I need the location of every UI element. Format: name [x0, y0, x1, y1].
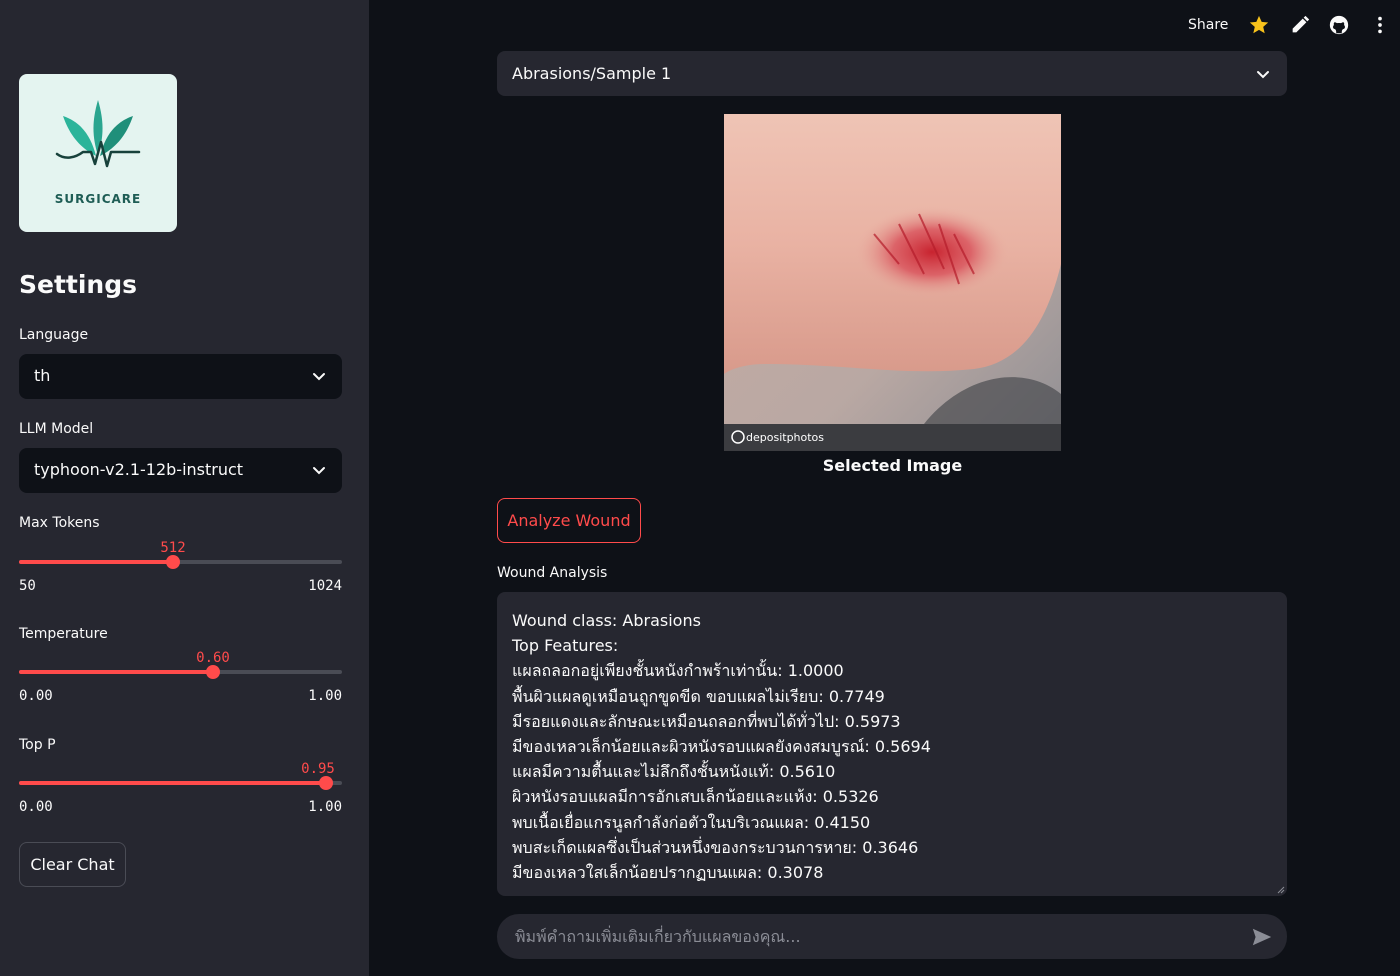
temperature-value: 0.60 — [196, 650, 230, 666]
settings-heading: Settings — [19, 270, 138, 299]
top-p-min: 0.00 — [19, 799, 53, 815]
max-tokens-label: Max Tokens — [19, 515, 100, 531]
max-tokens-min: 50 — [19, 578, 36, 594]
slider-fill — [19, 560, 173, 564]
slider-track[interactable] — [19, 555, 342, 569]
temperature-label: Temperature — [19, 626, 108, 642]
slider-fill — [19, 670, 213, 674]
analysis-line: มีของเหลวใสเล็กน้อยปรากฏบนแผล: 0.3078 — [512, 863, 824, 883]
chevron-down-icon — [1257, 71, 1269, 79]
analysis-line: มีของเหลวเล็กน้อยและผิวหนังรอบแผลยังคงสม… — [512, 737, 931, 757]
chat-input-bar — [497, 914, 1287, 959]
analysis-line: พื้นผิวแผลดูเหมือนถูกขูดขีด ขอบแผลไม่เรี… — [512, 686, 885, 706]
top-p-label: Top P — [19, 737, 56, 753]
share-button[interactable]: Share — [1188, 17, 1228, 33]
sample-select-value: Abrasions/Sample 1 — [512, 64, 672, 83]
analysis-line: พบเนื้อเยื่อแกรนูลกำลังก่อตัวในบริเวณแผล… — [512, 812, 871, 832]
analysis-line: แผลถลอกอยู่เพียงชั้นหนังกำพร้าเท่านั้น: … — [512, 661, 844, 681]
chevron-down-icon — [313, 467, 325, 475]
max-tokens-slider[interactable]: 512 50 1024 — [19, 540, 342, 610]
analyze-wound-button[interactable]: Analyze Wound — [497, 498, 641, 543]
analysis-line: แผลมีความตื้นและไม่ลึกถึงชั้นหนังแท้: 0.… — [512, 762, 836, 782]
slider-track[interactable] — [19, 776, 342, 790]
wound-analysis-textarea[interactable]: Wound class: Abrasions Top Features: แผลถล… — [497, 592, 1287, 896]
analysis-line: มีรอยแดงและลักษณะเหมือนถลอกที่พบได้ทั่วไ… — [512, 711, 901, 731]
slider-thumb[interactable] — [166, 555, 180, 569]
llm-model-select[interactable]: typhoon-v2.1-12b-instruct — [19, 448, 342, 493]
analysis-line: Top Features: — [512, 636, 619, 656]
edit-icon[interactable] — [1289, 14, 1311, 36]
watermark-text: depositphotos — [746, 431, 824, 444]
github-icon[interactable] — [1328, 14, 1350, 36]
resize-handle-icon[interactable] — [1277, 886, 1285, 894]
clear-chat-button[interactable]: Clear Chat — [19, 842, 126, 887]
top-p-value: 0.95 — [301, 761, 335, 777]
analysis-lines: Wound class: Abrasions Top Features: แผลถล… — [512, 608, 1272, 885]
leaf-pulse-icon — [55, 100, 141, 168]
llm-model-value: typhoon-v2.1-12b-instruct — [34, 460, 244, 479]
logo-text: SURGICARE — [54, 192, 142, 206]
temperature-max: 1.00 — [308, 688, 342, 704]
max-tokens-max: 1024 — [308, 578, 342, 594]
more-icon[interactable] — [1369, 14, 1391, 36]
analysis-line: ผิวหนังรอบแผลมีการอักเสบเล็กน้อยและแห้ง:… — [512, 787, 879, 807]
analysis-line: พบสะเก็ดแผลซึ่งเป็นส่วนหนึ่งของกระบวนการ… — [512, 837, 919, 857]
chevron-down-icon — [313, 373, 325, 381]
slider-track[interactable] — [19, 665, 342, 679]
star-icon[interactable] — [1248, 14, 1270, 36]
slider-thumb[interactable] — [206, 665, 220, 679]
temperature-min: 0.00 — [19, 688, 53, 704]
language-select[interactable]: th — [19, 354, 342, 399]
sample-select[interactable]: Abrasions/Sample 1 — [497, 51, 1287, 96]
surgicare-logo: SURGICARE — [19, 74, 177, 232]
chat-input[interactable] — [515, 914, 1235, 959]
slider-fill — [19, 781, 326, 785]
wound-analysis-label: Wound Analysis — [497, 565, 608, 581]
language-value: th — [34, 366, 51, 385]
image-caption: Selected Image — [822, 456, 963, 475]
temperature-slider[interactable]: 0.60 0.00 1.00 — [19, 650, 342, 720]
sidebar: SURGICARE Settings Language th LLM Model… — [0, 0, 369, 976]
llm-model-label: LLM Model — [19, 421, 94, 437]
selected-wound-image: depositphotos — [724, 114, 1061, 451]
language-label: Language — [19, 327, 89, 343]
top-p-max: 1.00 — [308, 799, 342, 815]
max-tokens-value: 512 — [160, 540, 186, 556]
top-p-slider[interactable]: 0.95 0.00 1.00 — [19, 761, 342, 831]
send-icon[interactable] — [1251, 926, 1273, 948]
slider-thumb[interactable] — [319, 776, 333, 790]
analysis-line: Wound class: Abrasions — [512, 611, 701, 630]
